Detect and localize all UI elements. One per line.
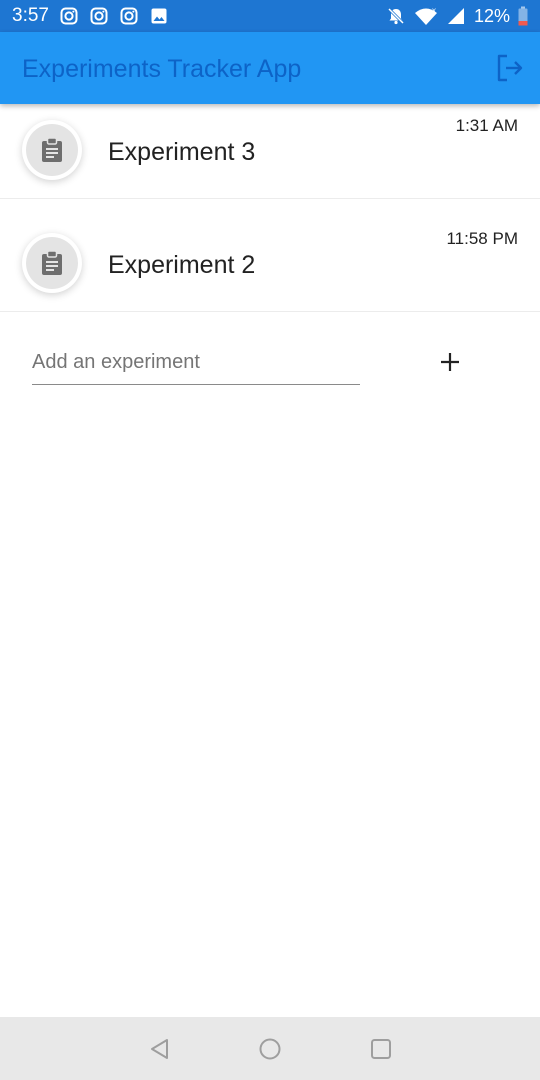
avatar-inner — [26, 124, 78, 176]
instagram-icon — [120, 7, 138, 25]
experiment-avatar — [22, 120, 82, 180]
navigation-bar — [0, 1017, 540, 1080]
system-icons: x 12% — [386, 5, 528, 27]
status-bar: 3:57 x 12% — [0, 0, 540, 32]
home-icon[interactable] — [256, 1035, 284, 1063]
instagram-icon — [90, 7, 108, 25]
app-screen: 3:57 x 12% Experiments Tracker App Exper… — [0, 0, 540, 1080]
clipboard-icon — [42, 250, 62, 275]
experiment-time: 11:58 PM — [446, 229, 518, 248]
plus-icon[interactable] — [434, 346, 466, 378]
wifi-icon: x — [414, 6, 437, 25]
experiment-list: Experiment 3 1:31 AM Experiment 2 11:58 … — [0, 104, 540, 312]
cell-signal-icon — [447, 8, 464, 24]
status-time: 3:57 — [12, 5, 49, 26]
experiment-time: 1:31 AM — [455, 116, 518, 135]
clipboard-icon — [42, 137, 62, 162]
notifications-off-icon — [387, 7, 405, 25]
avatar-inner — [26, 237, 78, 289]
recents-icon[interactable] — [367, 1035, 395, 1063]
notification-icons — [60, 7, 168, 25]
battery-icon — [518, 6, 528, 26]
app-title: Experiments Tracker App — [22, 55, 302, 83]
battery-percent: 12% — [473, 6, 510, 26]
experiment-avatar — [22, 233, 82, 293]
svg-text:x: x — [432, 6, 436, 15]
image-icon — [151, 8, 167, 24]
app-bar: Experiments Tracker App — [0, 32, 540, 104]
experiment-list-item[interactable]: Experiment 3 1:31 AM — [0, 104, 540, 199]
instagram-icon — [60, 7, 78, 25]
add-experiment-input[interactable] — [32, 340, 360, 385]
logout-icon[interactable] — [494, 52, 526, 84]
experiment-list-item[interactable]: Experiment 2 11:58 PM — [0, 199, 540, 312]
back-icon[interactable] — [146, 1035, 174, 1063]
experiment-name: Experiment 2 — [108, 251, 256, 279]
experiment-name: Experiment 3 — [108, 138, 256, 166]
